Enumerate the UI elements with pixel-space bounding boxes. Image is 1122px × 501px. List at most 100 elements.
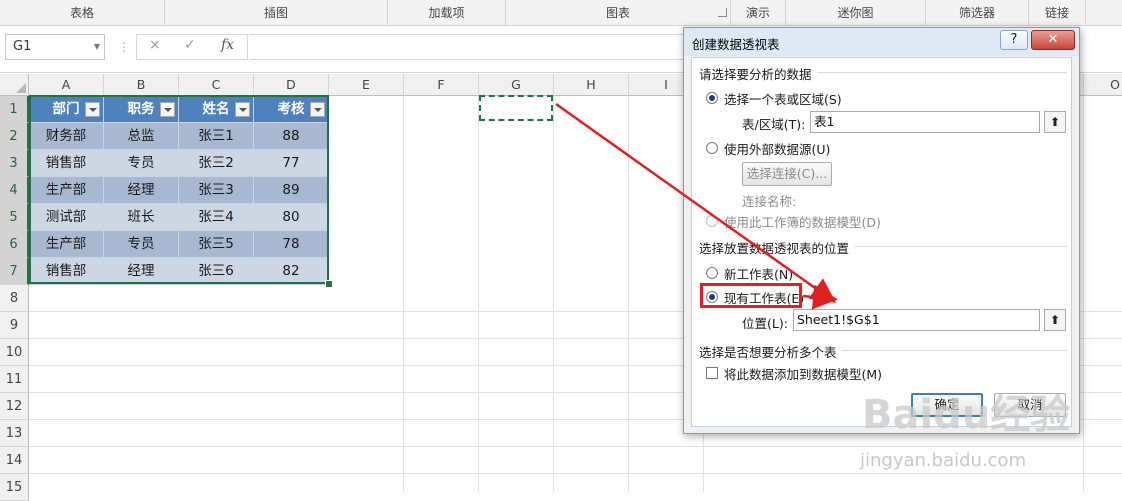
row-header-10[interactable]: 10 [0,339,29,366]
table-cell[interactable]: 张三3 [179,177,254,204]
table-cell[interactable]: 测试部 [29,204,104,231]
ribbon-group-charts: 图表 [506,0,731,25]
add-to-data-model-checkbox[interactable] [706,367,718,379]
col-header-o[interactable]: O [1084,74,1122,96]
filter-dropdown-icon[interactable] [85,102,100,117]
table-cell[interactable]: 张三5 [179,231,254,258]
table-header-cell[interactable]: 姓名 [179,96,254,123]
range-input[interactable]: 表1 [810,111,1040,133]
row-header-14[interactable]: 14 [0,447,29,474]
header-label-score: 考核 [277,101,305,117]
header-label-title: 职务 [127,101,155,117]
dialog-titlebar[interactable]: 创建数据透视表 ? ✕ [684,28,1079,56]
col-header-d[interactable]: D [254,74,329,96]
ribbon-group-charts-label: 图表 [605,6,630,20]
table-cell[interactable]: 张三6 [179,258,254,285]
row-header-13[interactable]: 13 [0,420,29,447]
formula-input[interactable] [250,34,690,60]
row-header-11[interactable]: 11 [0,366,29,393]
table-cell[interactable]: 专员 [104,150,179,177]
table-cell[interactable]: 专员 [104,231,179,258]
opt-new-sheet-label[interactable]: 新工作表(N) [724,264,793,283]
ribbon-group-tables: 表格 [0,0,165,25]
col-header-c[interactable]: C [179,74,254,96]
table-cell[interactable]: 88 [254,123,329,150]
row-header-6[interactable]: 6 [0,231,29,258]
table-cell[interactable]: 班长 [104,204,179,231]
header-label-dept: 部门 [52,101,80,117]
table-cell[interactable]: 张三1 [179,123,254,150]
radio-select-range[interactable] [706,92,718,104]
connection-name-label: 连接名称: [742,194,797,209]
highlight-box [700,283,802,308]
table-cell[interactable]: 财务部 [29,123,104,150]
dialog-body: 请选择要分析的数据 选择一个表或区域(S) 表/区域(T): 表1 ⬆ 使用外部… [691,57,1072,427]
col-header-g[interactable]: G [479,74,554,96]
table-cell[interactable]: 经理 [104,177,179,204]
range-picker-icon[interactable]: ⬆ [1044,111,1066,133]
divider [855,246,1067,247]
range-label: 表/区域(T): [742,117,806,132]
table-header-cell[interactable]: 考核 [254,96,329,123]
table-header-cell[interactable]: 职务 [104,96,179,123]
filter-dropdown-icon[interactable] [235,102,250,117]
table-cell[interactable]: 张三4 [179,204,254,231]
row-header-1[interactable]: 1 [0,96,29,123]
copy-marquee-g1[interactable] [479,95,553,121]
opt-data-model-label[interactable]: 使用此工作簿的数据模型(D) [724,212,881,231]
enter-formula-icon[interactable]: ✓ [184,37,196,53]
filter-dropdown-icon[interactable] [310,102,325,117]
table-cell[interactable]: 77 [254,150,329,177]
row-header-9[interactable]: 9 [0,312,29,339]
row-header-5[interactable]: 5 [0,204,29,231]
row-header-3[interactable]: 3 [0,150,29,177]
table-cell[interactable]: 82 [254,258,329,285]
col-header-e[interactable]: E [329,74,404,96]
col-header-f[interactable]: F [404,74,479,96]
ribbon-group-links: 链接 [1029,0,1086,25]
select-all-corner[interactable] [0,74,29,96]
radio-data-model[interactable] [706,215,718,227]
dialog-launcher-icon[interactable] [718,8,727,17]
location-input[interactable]: Sheet1!$G$1 [793,309,1040,331]
choose-connection-button[interactable]: 选择连接(C)... [742,162,832,186]
table-cell[interactable]: 78 [254,231,329,258]
row-header-12[interactable]: 12 [0,393,29,420]
help-button[interactable]: ? [1000,30,1028,50]
chevron-down-icon[interactable]: ▼ [94,35,100,59]
close-button[interactable]: ✕ [1031,30,1075,50]
fill-handle[interactable] [325,280,333,288]
table-cell[interactable]: 总监 [104,123,179,150]
row-header-2[interactable]: 2 [0,123,29,150]
filter-dropdown-icon[interactable] [160,102,175,117]
ribbon-group-sparklines: 迷你图 [786,0,926,25]
name-box[interactable]: G1 ▼ [5,34,105,60]
cancel-formula-icon[interactable]: × [149,37,161,53]
row-header-8[interactable]: 8 [0,285,29,312]
table-header-cell[interactable]: 部门 [29,96,104,123]
row-header-4[interactable]: 4 [0,177,29,204]
opt-select-range-label[interactable]: 选择一个表或区域(S) [724,89,842,108]
opt-external-label[interactable]: 使用外部数据源(U) [724,139,830,158]
add-to-data-model-label[interactable]: 将此数据添加到数据模型(M) [724,364,882,383]
location-picker-icon[interactable]: ⬆ [1044,309,1066,331]
table-cell[interactable]: 销售部 [29,150,104,177]
col-header-b[interactable]: B [104,74,179,96]
insert-function-icon[interactable]: fx [221,37,234,53]
cancel-button[interactable]: 取消 [994,393,1066,417]
table-cell[interactable]: 生产部 [29,177,104,204]
row-header-7[interactable]: 7 [0,258,29,285]
table-cell[interactable]: 销售部 [29,258,104,285]
radio-external-source[interactable] [706,142,718,154]
ribbon-group-illustrations: 插图 [165,0,388,25]
table-cell[interactable]: 80 [254,204,329,231]
col-header-h[interactable]: H [554,74,629,96]
table-cell[interactable]: 89 [254,177,329,204]
ok-button[interactable]: 确定 [911,393,983,417]
table-cell[interactable]: 生产部 [29,231,104,258]
row-header-15[interactable]: 15 [0,474,29,501]
table-cell[interactable]: 张三2 [179,150,254,177]
table-cell[interactable]: 经理 [104,258,179,285]
radio-new-worksheet[interactable] [706,267,718,279]
col-header-a[interactable]: A [29,74,104,96]
